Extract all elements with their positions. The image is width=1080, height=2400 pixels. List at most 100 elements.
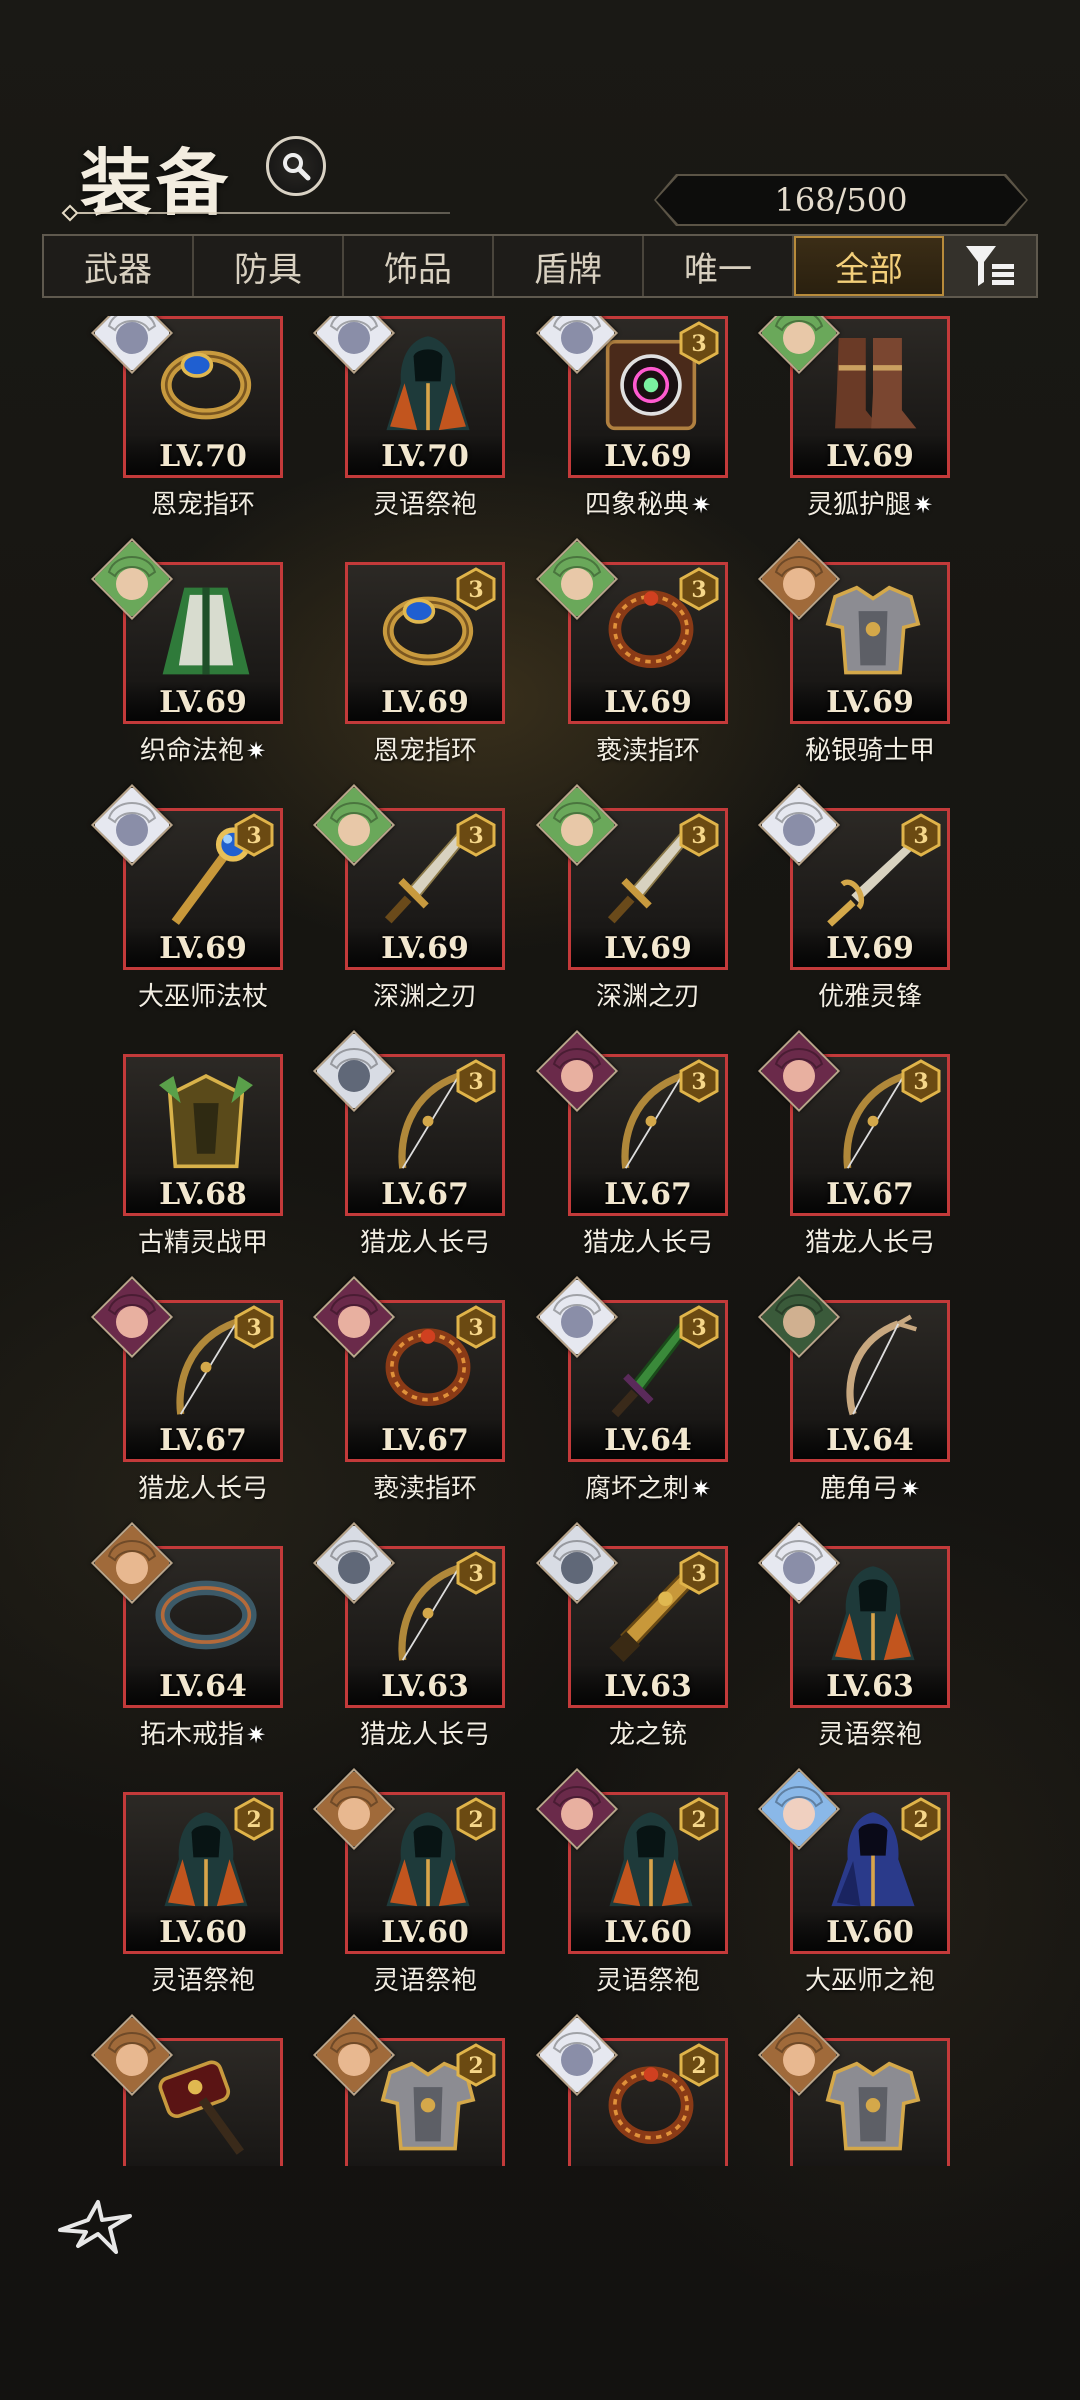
equipment-card[interactable]: LV.67 3 猎龙人长弓 (90, 1275, 283, 1514)
item-level: LV.70 (348, 435, 502, 475)
hammer-icon (158, 2060, 244, 2155)
tier-value: 3 (913, 1069, 928, 1095)
filter-button[interactable] (944, 236, 1036, 296)
item-level: LV.67 (126, 1419, 280, 1459)
equipment-card[interactable]: LV.69 秘银骑士甲 (757, 537, 950, 776)
tier-value: 3 (691, 1561, 706, 1587)
item-name: 猎龙人长弓 (93, 1468, 313, 1505)
hexagon-icon: 2 (234, 1797, 274, 1841)
item-name-text: 腐坏之刺 (584, 1474, 689, 1504)
item-name: 灵语祭袍 (315, 1960, 535, 1997)
tab-armor[interactable]: 防具 (194, 236, 344, 296)
equipment-card[interactable]: LV.67 3 亵渎指环 (312, 1275, 505, 1514)
tier-badge: 3 (677, 1059, 721, 1103)
equipment-card[interactable]: LV.69 3 恩宠指环 (345, 562, 505, 776)
equipment-card[interactable]: LV.69 织命法袍✷ (90, 537, 283, 776)
equipment-card[interactable]: LV.69 3 亵渎指环 (535, 537, 728, 776)
tab-shields[interactable]: 盾牌 (494, 236, 644, 296)
hexagon-icon: 3 (901, 1059, 941, 1103)
equipment-card[interactable]: LV.63 3 龙之铳 (535, 1521, 728, 1760)
hexagon-icon: 3 (679, 1059, 719, 1103)
category-tabs: 武器 防具 饰品 盾牌 唯一 全部 (42, 234, 1038, 298)
equipment-card[interactable]: LV.69 3 优雅灵锋 (757, 783, 950, 1022)
item-level: LV.67 (348, 1173, 502, 1213)
item-frame: LV.68 (123, 1054, 283, 1216)
tab-weapons[interactable]: 武器 (44, 236, 194, 296)
item-level: LV.69 (348, 927, 502, 967)
equipment-card[interactable]: LV.67 3 猎龙人长弓 (312, 1029, 505, 1268)
item-name-text: 灵语祭袍 (595, 1966, 700, 1996)
item-name-text: 猎龙人长弓 (804, 1228, 935, 1258)
tier-value: 2 (468, 1807, 483, 1833)
item-name-text: 恩宠指环 (372, 736, 477, 766)
tab-accessories[interactable]: 饰品 (344, 236, 494, 296)
equipment-card[interactable]: LV.67 3 猎龙人长弓 (535, 1029, 728, 1268)
item-name: 猎龙人长弓 (538, 1222, 758, 1259)
item-name-text: 深渊之刃 (372, 982, 477, 1012)
tier-value: 3 (246, 823, 261, 849)
item-level: LV.60 (571, 1911, 725, 1951)
item-name-text: 龙之铳 (608, 1720, 687, 1750)
ring-blue-gem-icon (160, 350, 252, 420)
item-name: 深渊之刃 (315, 976, 535, 1013)
equipment-card[interactable]: LV.69 3 深渊之刃 (312, 783, 505, 1022)
item-name-text: 猎龙人长弓 (359, 1720, 490, 1750)
item-name-text: 亵渎指环 (595, 736, 700, 766)
hexagon-icon: 3 (456, 813, 496, 857)
equipment-card[interactable]: LV.69 3 四象秘典✷ (535, 316, 728, 530)
hexagon-icon: 3 (901, 813, 941, 857)
item-name: 腐坏之刺✷ (538, 1468, 758, 1505)
equipment-card[interactable]: LV.64 3 腐坏之刺✷ (535, 1275, 728, 1514)
equipment-card[interactable]: LV.60 2 灵语祭袍 (312, 1767, 505, 2006)
equipment-card[interactable]: LV.60 2 灵语祭袍 (123, 1792, 283, 2006)
search-icon (283, 153, 311, 181)
tier-badge: 3 (454, 1551, 498, 1595)
item-name-text: 四象秘典 (584, 490, 689, 520)
tier-badge: 2 (677, 2043, 721, 2087)
search-button[interactable] (266, 136, 326, 196)
equipment-card[interactable]: 2 (535, 2013, 728, 2166)
filter-icon (966, 246, 1014, 286)
item-name-text: 恩宠指环 (150, 490, 255, 520)
equipment-card[interactable]: LV.69 灵狐护腿✷ (757, 316, 950, 530)
item-name-text: 优雅灵锋 (817, 982, 922, 1012)
item-name: 灵语祭袍 (315, 484, 535, 521)
tier-badge: 3 (677, 813, 721, 857)
item-name: 鹿角弓✷ (760, 1468, 980, 1505)
item-frame: LV.60 2 (123, 1792, 283, 1954)
item-name-text: 秘银骑士甲 (804, 736, 935, 766)
item-name: 亵渎指环 (538, 730, 758, 767)
item-name-text: 灵狐护腿 (806, 490, 911, 520)
tier-value: 3 (691, 1315, 706, 1341)
equipment-card[interactable]: LV.60 2 灵语祭袍 (535, 1767, 728, 2006)
tab-unique[interactable]: 唯一 (644, 236, 794, 296)
equipment-card[interactable]: LV.60 2 大巫师之袍 (757, 1767, 950, 2006)
equipment-card[interactable]: LV.64 拓木戒指✷ (90, 1521, 283, 1760)
equipment-card[interactable]: 2 (312, 2013, 505, 2166)
equipment-card[interactable]: LV.63 灵语祭袍 (757, 1521, 950, 1760)
item-name-text: 鹿角弓 (819, 1474, 898, 1504)
tab-label: 武器 (84, 249, 152, 290)
equipment-card[interactable] (90, 2013, 283, 2166)
equipment-card[interactable]: LV.69 3 深渊之刃 (535, 783, 728, 1022)
tab-all[interactable]: 全部 (794, 236, 944, 296)
tier-value: 3 (691, 1069, 706, 1095)
equipment-card[interactable]: LV.63 3 猎龙人长弓 (312, 1521, 505, 1760)
item-level: LV.69 (571, 927, 725, 967)
equipment-card[interactable]: LV.70 恩宠指环 (90, 316, 283, 530)
tier-badge: 3 (899, 1059, 943, 1103)
item-name-text: 灵语祭袍 (372, 1966, 477, 1996)
item-name: 灵狐护腿✷ (760, 484, 980, 521)
antler-bow-icon (846, 1314, 918, 1416)
equipment-card[interactable]: LV.69 3 大巫师法杖 (90, 783, 283, 1022)
item-level: LV.69 (571, 681, 725, 721)
equipment-card[interactable]: LV.68 古精灵战甲 (123, 1054, 283, 1268)
equipment-card[interactable] (757, 2013, 950, 2166)
equipment-card[interactable]: LV.70 灵语祭袍 (312, 316, 505, 530)
tier-value: 3 (468, 1069, 483, 1095)
item-level: LV.60 (126, 1911, 280, 1951)
item-name: 大巫师之袍 (760, 1960, 980, 1997)
item-name: 大巫师法杖 (93, 976, 313, 1013)
equipment-card[interactable]: LV.64 鹿角弓✷ (757, 1275, 950, 1514)
equipment-card[interactable]: LV.67 3 猎龙人长弓 (757, 1029, 950, 1268)
